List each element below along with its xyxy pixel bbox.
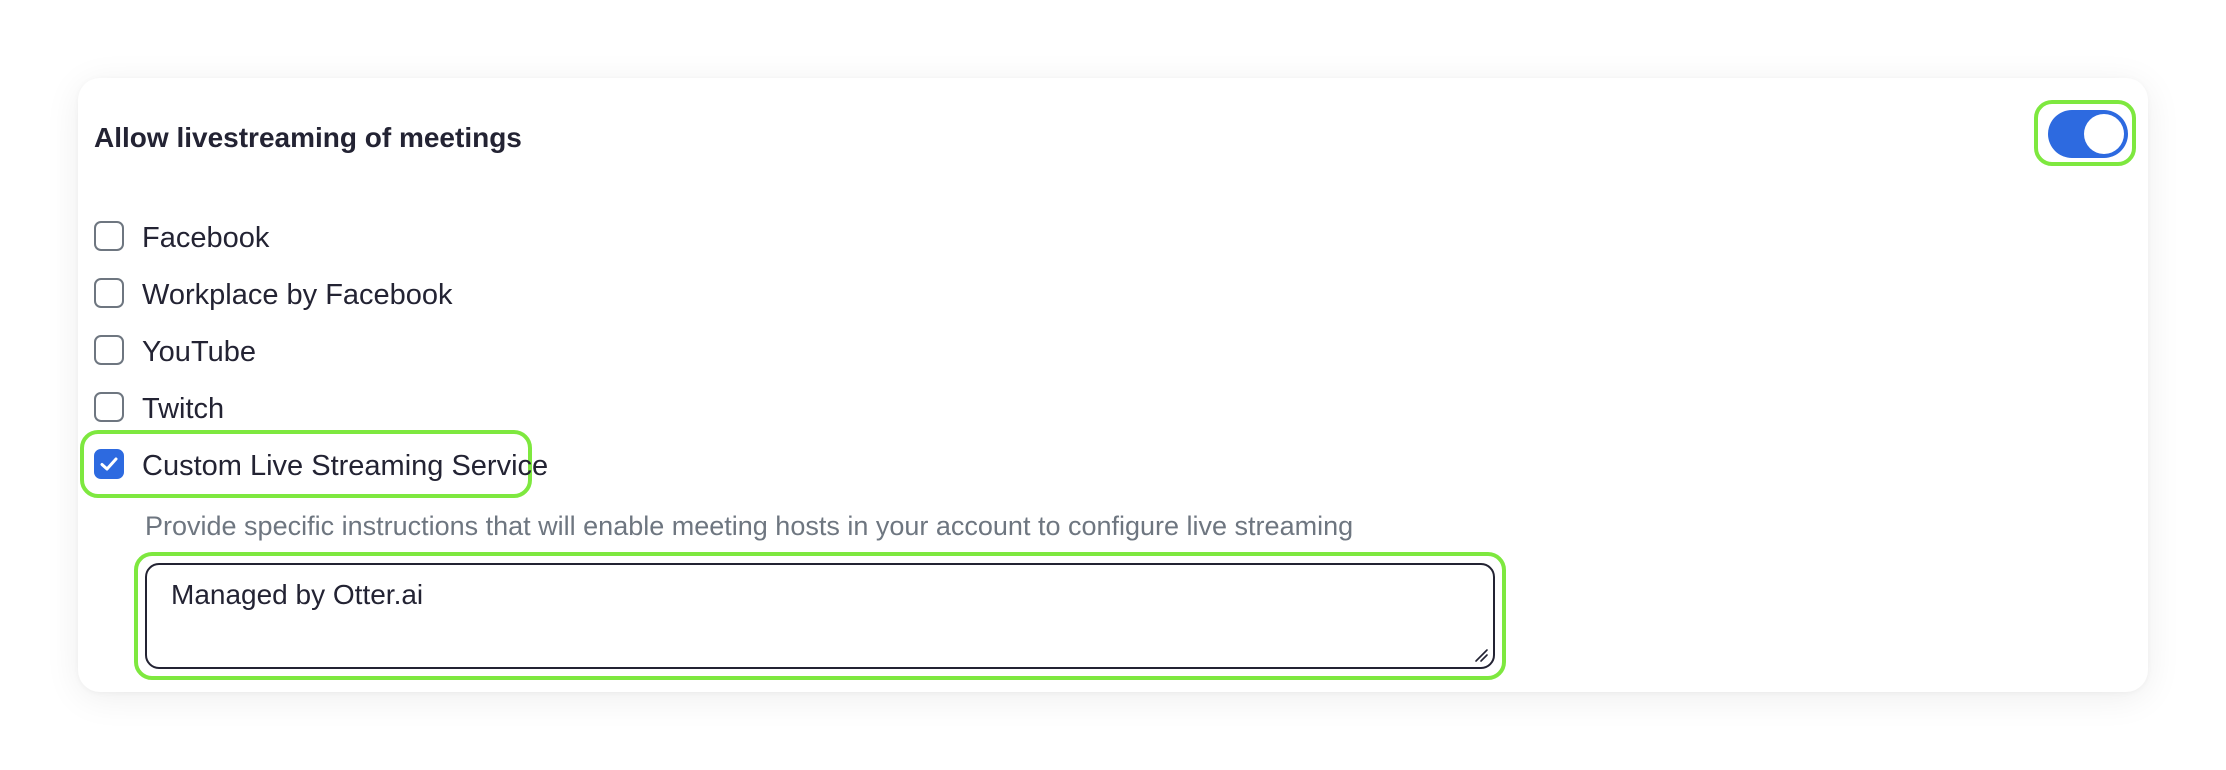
youtube-checkbox[interactable]	[94, 335, 124, 365]
custom-service-checkbox[interactable]	[94, 449, 124, 479]
option-label-twitch: Twitch	[142, 393, 225, 425]
setting-title: Allow livestreaming of meetings	[94, 122, 522, 153]
instructions-textarea[interactable]: Managed by Otter.ai	[145, 563, 1495, 669]
instructions-value: Managed by Otter.ai	[171, 579, 424, 610]
livestream-toggle[interactable]	[2048, 110, 2128, 158]
option-custom-live-streaming[interactable]: Custom Live Streaming Service	[94, 446, 548, 486]
option-twitch[interactable]: Twitch	[94, 389, 224, 429]
facebook-checkbox[interactable]	[94, 221, 124, 251]
twitch-checkbox[interactable]	[94, 392, 124, 422]
option-label-facebook: Facebook	[142, 222, 270, 254]
option-facebook[interactable]: Facebook	[94, 218, 269, 258]
checkmark-icon	[100, 457, 118, 471]
toggle-knob	[2084, 114, 2124, 154]
workplace-checkbox[interactable]	[94, 278, 124, 308]
resize-handle-icon[interactable]	[1473, 647, 1489, 663]
custom-service-description: Provide specific instructions that will …	[145, 511, 1354, 541]
option-label-custom: Custom Live Streaming Service	[142, 450, 549, 482]
option-youtube[interactable]: YouTube	[94, 332, 256, 372]
option-label-workplace: Workplace by Facebook	[142, 279, 453, 311]
option-workplace-by-facebook[interactable]: Workplace by Facebook	[94, 275, 453, 315]
option-label-youtube: YouTube	[142, 336, 256, 368]
